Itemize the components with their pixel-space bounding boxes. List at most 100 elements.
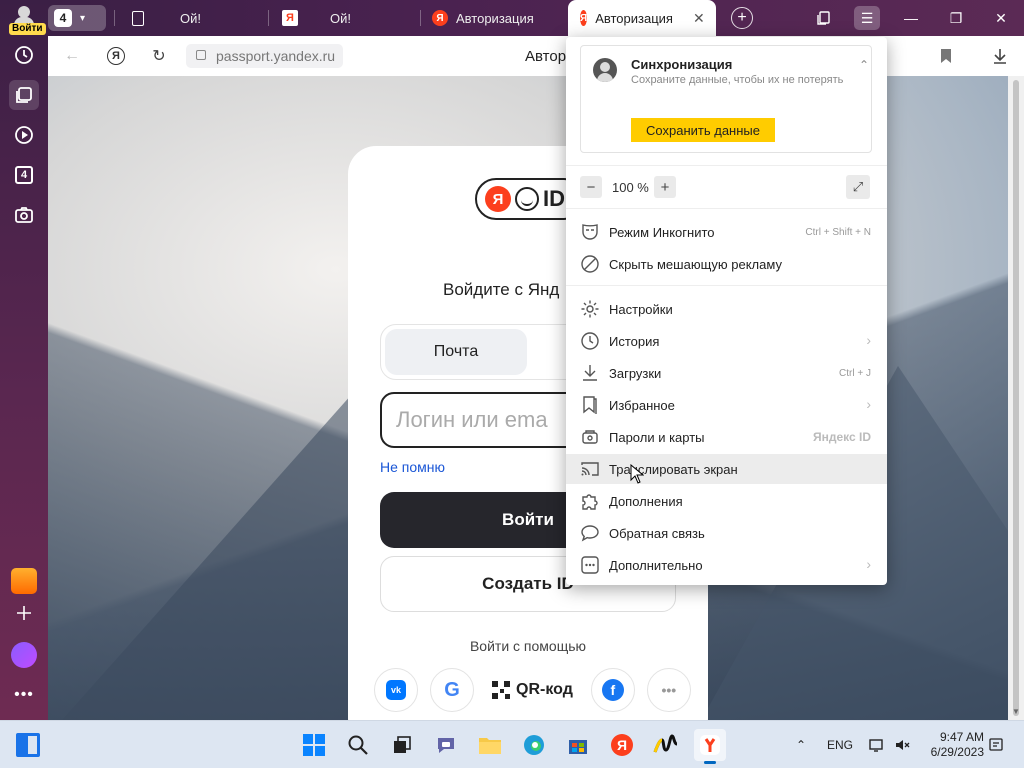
arrow-left-icon: ←	[64, 47, 80, 64]
tab-2[interactable]: Я Ой!	[270, 0, 418, 36]
history-button[interactable]	[9, 40, 39, 70]
zoom-out-button[interactable]: −	[580, 176, 602, 198]
tab-active[interactable]: Я Авторизация ✕	[568, 0, 716, 36]
menu-item-more[interactable]: Дополнительно ›	[566, 550, 887, 580]
screenshot-button[interactable]	[9, 200, 39, 230]
collections-panel-button[interactable]	[807, 0, 841, 36]
yandex-home-button[interactable]: Я	[106, 46, 126, 66]
save-data-button[interactable]: Сохранить данные	[631, 118, 775, 142]
menu-item-feedback[interactable]: Обратная связь	[566, 518, 887, 548]
yandex-app-button[interactable]: Я	[606, 729, 638, 761]
more-icon	[580, 555, 600, 575]
alice-icon	[11, 642, 37, 668]
hamburger-icon: ☰	[860, 9, 874, 26]
lock-icon	[196, 50, 206, 60]
tab-title: Авторизация	[595, 10, 673, 26]
clock-icon	[580, 331, 600, 351]
back-button[interactable]: ←	[62, 46, 82, 66]
new-tab-button[interactable]: +	[731, 7, 753, 29]
social-login-row: vk G QR-код f •••	[374, 668, 691, 712]
collections-button[interactable]	[9, 80, 39, 110]
zoom-in-button[interactable]: +	[654, 176, 676, 198]
menu-item-label: Обратная связь	[609, 526, 705, 541]
task-view-button[interactable]	[386, 729, 418, 761]
yandex-browser-button[interactable]	[694, 729, 726, 764]
folder-icon	[479, 738, 501, 754]
minimize-button[interactable]: —	[894, 0, 928, 36]
start-button[interactable]	[298, 729, 330, 761]
volume-muted-icon[interactable]	[894, 721, 910, 768]
menu-item-settings[interactable]: Настройки	[566, 294, 887, 324]
downloads-button[interactable]	[990, 46, 1010, 66]
facebook-login-button[interactable]: f	[590, 668, 635, 712]
tab-strip: 4 ▾ Ой! Я Ой! Я Авторизация Я Авторизаци…	[48, 0, 1024, 36]
menu-item-label: Избранное	[609, 398, 675, 413]
google-icon: G	[444, 678, 460, 701]
plus-icon	[17, 606, 31, 620]
teams-chat-button[interactable]	[430, 729, 462, 761]
restore-button[interactable]: ❐	[939, 0, 973, 36]
widgets-icon[interactable]	[16, 733, 40, 757]
close-window-button[interactable]: ✕	[984, 0, 1018, 36]
close-tab-icon[interactable]: ✕	[693, 10, 705, 27]
menu-item-downloads[interactable]: Загрузки Ctrl + J	[566, 358, 887, 388]
yandex-music-button[interactable]	[650, 729, 682, 761]
tab-1[interactable]: Ой!	[120, 0, 268, 36]
fullscreen-button[interactable]: ⤢	[846, 175, 870, 199]
forgot-link[interactable]: Не помню	[380, 459, 445, 475]
edge-browser-icon	[524, 735, 544, 755]
tab-group-button[interactable]: 4 ▾	[48, 5, 106, 31]
tab-3[interactable]: Я Авторизация	[420, 0, 568, 36]
menu-item-extensions[interactable]: Дополнения	[566, 486, 887, 516]
tab-mail[interactable]: Почта	[385, 329, 527, 375]
menu-item-history[interactable]: История ›	[566, 326, 887, 356]
user-avatar-icon	[593, 58, 617, 82]
google-login-button[interactable]: G	[430, 668, 474, 712]
bookmark-page-button[interactable]	[936, 46, 956, 66]
video-button[interactable]	[9, 120, 39, 150]
mail-button[interactable]	[9, 566, 39, 596]
reload-icon: ↻	[152, 48, 166, 65]
vk-login-button[interactable]: vk	[374, 668, 418, 712]
scroll-down-icon[interactable]: ▼	[1012, 707, 1020, 716]
menu-item-passwords[interactable]: Пароли и карты Яндекс ID	[566, 422, 887, 452]
chat-icon	[580, 523, 600, 543]
sidebar-more-button[interactable]: •••	[9, 680, 39, 710]
login-heading: Войдите с Янд	[443, 280, 560, 299]
store-button[interactable]	[562, 729, 594, 761]
page-scrollbar[interactable]: ▼	[1008, 76, 1024, 720]
network-icon[interactable]	[868, 721, 884, 768]
camera-icon	[15, 207, 33, 223]
reload-button[interactable]: ↻	[149, 46, 169, 66]
menu-item-block-ads[interactable]: Скрыть мешающую рекламу	[566, 249, 887, 279]
add-panel-button[interactable]	[9, 598, 39, 628]
tab-title: Авторизация	[456, 10, 534, 26]
menu-item-cast-screen[interactable]: Транслировать экран	[566, 454, 887, 484]
system-clock[interactable]: 9:47 AM 6/29/2023	[922, 730, 984, 760]
file-explorer-button[interactable]	[474, 729, 506, 761]
chevron-right-icon: ›	[866, 556, 871, 572]
main-menu-button[interactable]: ☰	[854, 6, 880, 30]
plus-icon: +	[737, 9, 747, 26]
notifications-button[interactable]	[988, 721, 1004, 768]
edge-button[interactable]	[518, 729, 550, 761]
scrollbar-thumb[interactable]	[1013, 80, 1019, 716]
alice-button[interactable]	[9, 640, 39, 670]
document-icon	[132, 10, 144, 26]
gear-icon	[580, 299, 600, 319]
profile-button[interactable]: Войти	[8, 4, 46, 35]
menu-item-bookmarks[interactable]: Избранное ›	[566, 390, 887, 420]
page-title: Автор	[525, 48, 567, 65]
menu-item-incognito[interactable]: Режим Инкогнито Ctrl + Shift + N	[566, 217, 887, 247]
language-indicator[interactable]: ENG	[827, 721, 853, 768]
more-login-options-button[interactable]: •••	[646, 668, 691, 712]
search-button[interactable]	[342, 729, 374, 761]
tabs-count-button[interactable]: 4	[9, 160, 39, 190]
sync-card: Синхронизация Сохраните данные, чтобы их…	[580, 45, 872, 153]
music-wave-icon	[653, 734, 678, 753]
play-icon	[15, 126, 33, 144]
chevron-up-icon[interactable]: ⌃	[859, 58, 869, 72]
show-hidden-icons-button[interactable]: ⌃	[796, 721, 806, 768]
address-bar[interactable]: passport.yandex.ru	[186, 44, 344, 68]
qr-login-button[interactable]: QR-код	[486, 668, 579, 712]
